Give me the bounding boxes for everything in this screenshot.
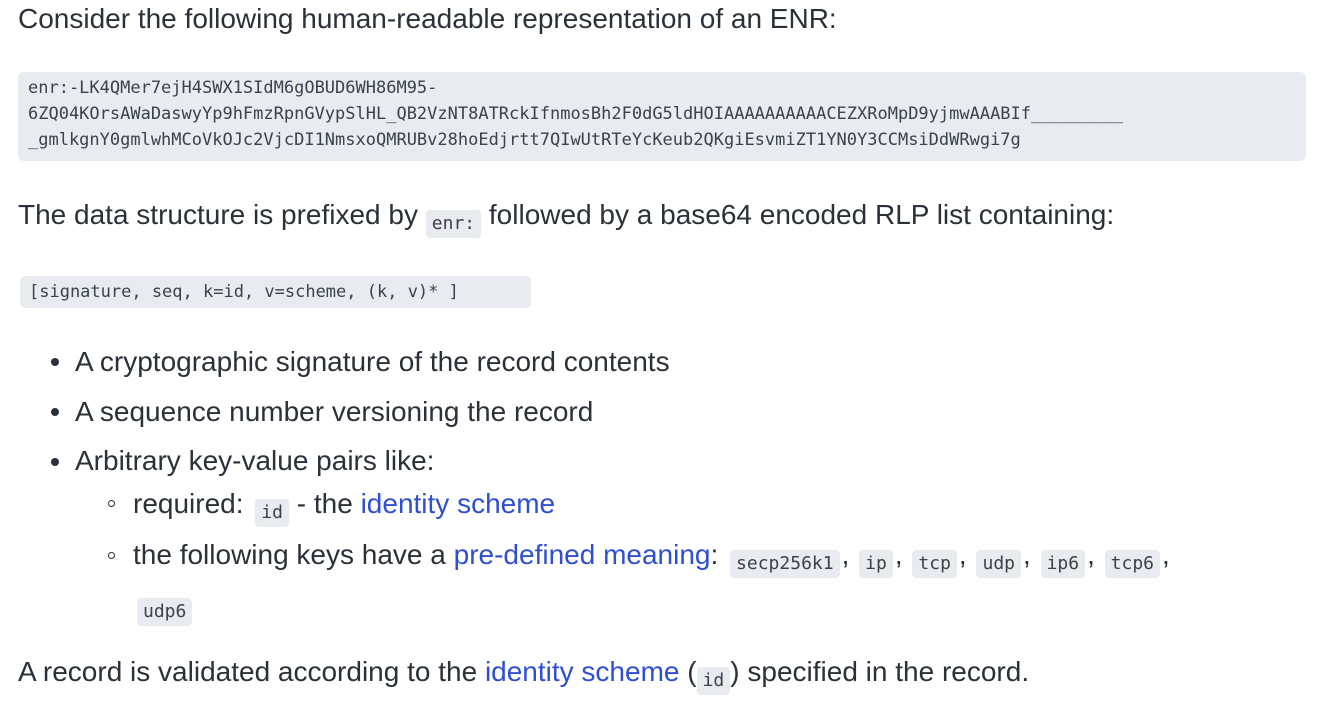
structure-text-after: followed by a base64 encoded RLP list co… — [488, 199, 1115, 230]
comma: , — [958, 539, 967, 570]
inline-code-key: tcp6 — [1104, 550, 1160, 578]
bullet-icon — [51, 458, 59, 466]
inline-code-id: id — [255, 499, 289, 527]
sub-item-predefined: the following keys have a pre-defined me… — [133, 538, 1172, 578]
code-line: enr:-LK4QMer7ejH4SWX1SIdM6gOBUD6WH86M95- — [28, 78, 438, 98]
comma: , — [1023, 539, 1031, 570]
required-label: required: — [133, 488, 244, 519]
inline-code-key: ip6 — [1040, 550, 1086, 578]
rlp-list-code: [signature, seq, k=id, v=scheme, (k, v)*… — [20, 276, 531, 308]
inline-code-id: id — [696, 667, 731, 695]
sub-item-predefined-wrap: udp6 — [137, 586, 193, 626]
inline-code-key: udp — [976, 550, 1021, 578]
code-line: 6ZQ04KOrsAWaDaswyYp9hFmzRpnGVypSlHL_QB2V… — [28, 104, 1124, 124]
structure-paragraph: The data structure is prefixed by enr: f… — [18, 198, 1114, 238]
inline-code-enr: enr: — [425, 210, 482, 238]
intro-paragraph: Consider the following human-readable re… — [18, 3, 837, 34]
identity-scheme-link[interactable]: identity scheme — [361, 488, 556, 519]
hollow-bullet-icon — [108, 552, 115, 559]
predefined-colon: : — [710, 539, 719, 570]
bullet-icon — [51, 408, 59, 416]
comma: , — [1087, 539, 1095, 570]
code-line: _gmlkgnY0gmlwhMCoVkOJc2VjcDI1NmsxoQMRUBv… — [28, 130, 1021, 150]
bullet-icon — [51, 358, 59, 366]
comma: , — [841, 539, 850, 570]
hollow-bullet-icon — [108, 500, 115, 507]
validation-text-after: ) specified in the record. — [730, 656, 1030, 687]
structure-text-before: The data structure is prefixed by — [18, 199, 418, 230]
list-item-sequence: A sequence number versioning the record — [75, 396, 594, 427]
predefined-text: the following keys have a — [133, 539, 446, 570]
document-page: Consider the following human-readable re… — [0, 0, 1324, 714]
enr-example-codeblock: enr:-LK4QMer7ejH4SWX1SIdM6gOBUD6WH86M95-… — [18, 72, 1306, 161]
identity-scheme-link[interactable]: identity scheme — [485, 656, 680, 687]
required-dash-text: - the — [296, 488, 353, 519]
inline-code-key: ip — [859, 550, 893, 578]
inline-code-key: secp256k1 — [730, 550, 840, 578]
validation-paragraph: A record is validated according to the i… — [18, 655, 1029, 695]
comma: , — [894, 539, 903, 570]
inline-code-key: udp6 — [137, 598, 193, 626]
inline-code-key: tcp — [912, 550, 957, 578]
validation-text-before: A record is validated according to the — [18, 656, 478, 687]
list-item-signature: A cryptographic signature of the record … — [75, 346, 670, 377]
sub-item-required: required: id - the identity scheme — [133, 487, 555, 527]
pre-defined-meaning-link[interactable]: pre-defined meaning — [454, 539, 711, 570]
comma: , — [1162, 539, 1170, 570]
validation-open-paren: ( — [687, 656, 697, 687]
list-item-pairs: Arbitrary key-value pairs like: — [75, 445, 435, 476]
